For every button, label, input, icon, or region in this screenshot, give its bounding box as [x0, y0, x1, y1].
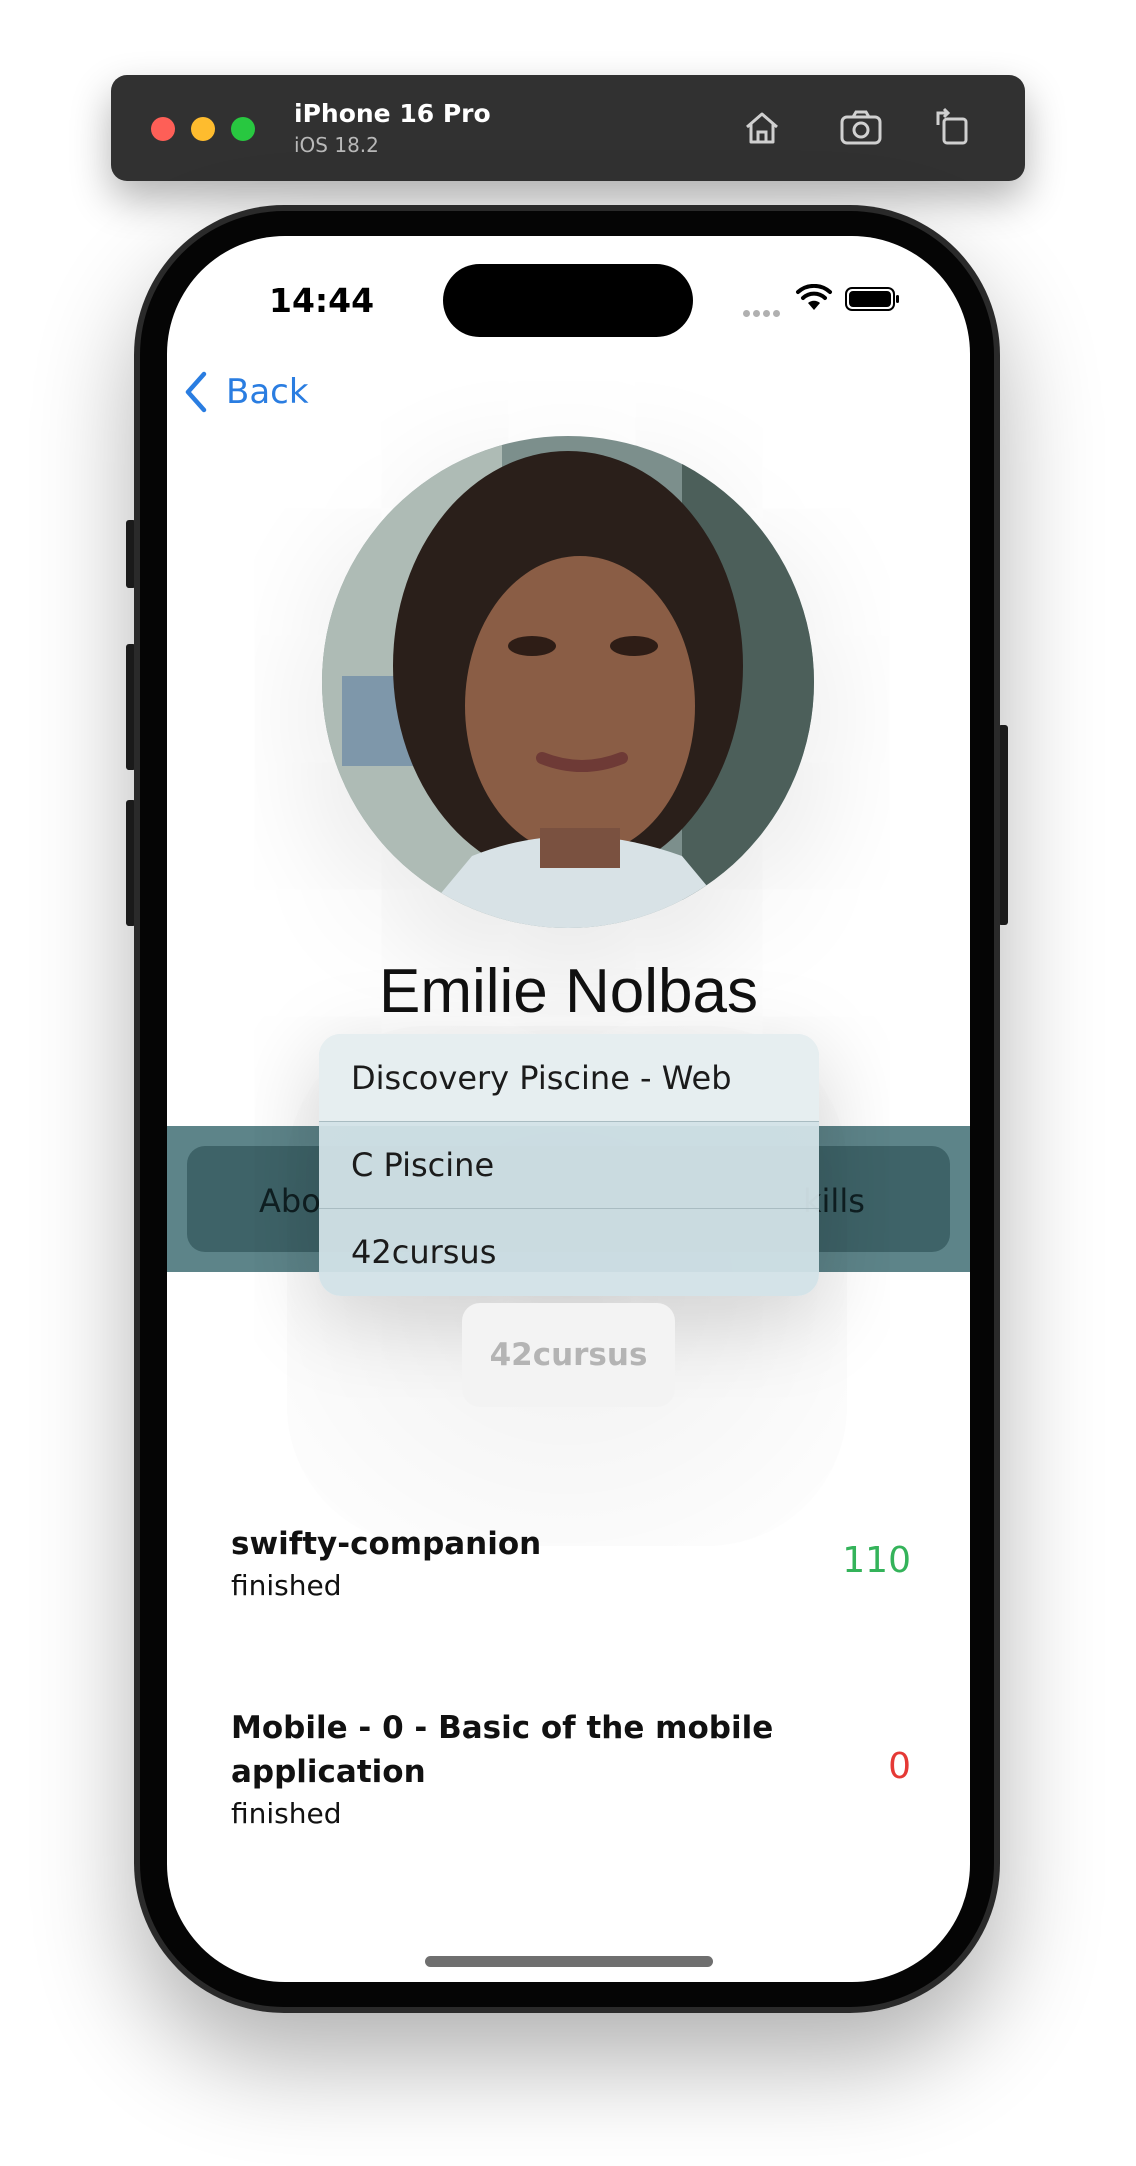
- menu-item-42cursus[interactable]: 42cursus: [319, 1208, 819, 1295]
- zoom-window-button[interactable]: [231, 117, 255, 141]
- project-score: 0: [888, 1746, 911, 1787]
- battery-icon: [845, 287, 899, 311]
- back-button[interactable]: Back: [182, 368, 309, 416]
- home-indicator[interactable]: [425, 1956, 713, 1967]
- profile-avatar: [322, 436, 814, 928]
- status-time: 14:44: [269, 281, 375, 320]
- menu-item-discovery-piscine[interactable]: Discovery Piscine - Web: [319, 1034, 819, 1121]
- os-version: iOS 18.2: [294, 133, 379, 157]
- rotate-icon: [936, 107, 968, 145]
- rotate-button[interactable]: [928, 103, 978, 153]
- minimize-window-button[interactable]: [191, 117, 215, 141]
- screenshot-icon: [840, 110, 882, 145]
- project-score: 110: [842, 1540, 911, 1581]
- home-icon: [746, 112, 778, 144]
- cursus-select-button[interactable]: 42cursus: [462, 1303, 675, 1407]
- project-row[interactable]: swifty-companion finished 110: [231, 1522, 911, 1606]
- screenshot-button[interactable]: [836, 103, 886, 153]
- back-label: Back: [226, 372, 309, 412]
- cellular-icon: [743, 302, 787, 317]
- device-name: iPhone 16 Pro: [294, 99, 491, 128]
- close-window-button[interactable]: [151, 117, 175, 141]
- dynamic-island: [443, 264, 693, 337]
- simulator-toolbar: iPhone 16 Pro iOS 18.2: [111, 75, 1025, 181]
- project-row[interactable]: Mobile - 0 - Basic of the mobile applica…: [231, 1706, 911, 1834]
- home-button[interactable]: [737, 103, 787, 153]
- chevron-left-icon: [185, 371, 207, 413]
- project-name: swifty-companion: [231, 1526, 542, 1562]
- cursus-dropdown-menu: Discovery Piscine - Web C Piscine 42curs…: [319, 1034, 819, 1296]
- menu-item-c-piscine[interactable]: C Piscine: [319, 1121, 819, 1208]
- profile-name: Emilie Nolbas: [378, 957, 759, 1026]
- project-status: finished: [231, 1797, 342, 1830]
- project-status: finished: [231, 1569, 342, 1602]
- wifi-icon: [796, 284, 832, 310]
- app-screen: 14:44 Back Emilie Nolbas Discovery Pisci…: [167, 236, 970, 1982]
- project-name: Mobile - 0 - Basic of the mobile applica…: [231, 1710, 774, 1790]
